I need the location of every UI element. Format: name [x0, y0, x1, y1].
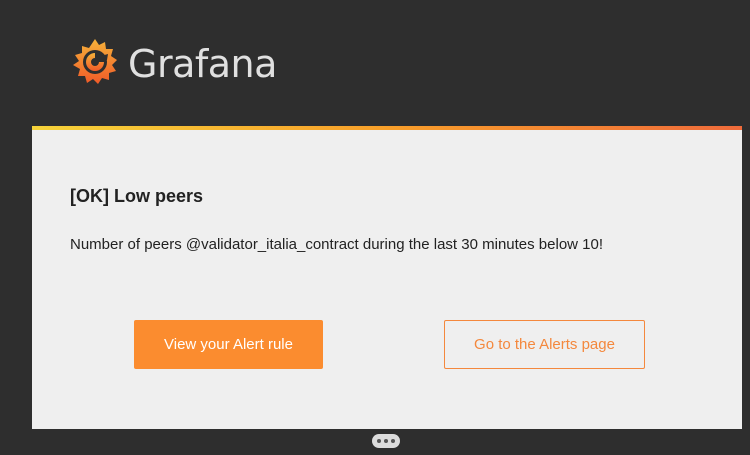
email-header: Grafana — [0, 0, 750, 126]
brand-name: Grafana — [128, 42, 277, 86]
alert-card: [OK] Low peers Number of peers @validato… — [32, 126, 742, 429]
accent-bar — [32, 126, 742, 130]
ellipsis-icon — [377, 439, 381, 443]
ellipsis-dot — [391, 439, 395, 443]
grafana-logo-icon — [73, 39, 117, 84]
alert-message: Number of peers @validator_italia_contra… — [70, 236, 604, 253]
alert-title: [OK] Low peers — [70, 186, 204, 206]
go-to-alerts-page-button[interactable]: Go to the Alerts page — [444, 320, 645, 369]
ellipsis-dot — [384, 439, 388, 443]
grafana-logo: Grafana — [68, 36, 277, 90]
show-trimmed-content-button[interactable] — [372, 434, 400, 448]
view-alert-rule-button[interactable]: View your Alert rule — [134, 320, 323, 369]
